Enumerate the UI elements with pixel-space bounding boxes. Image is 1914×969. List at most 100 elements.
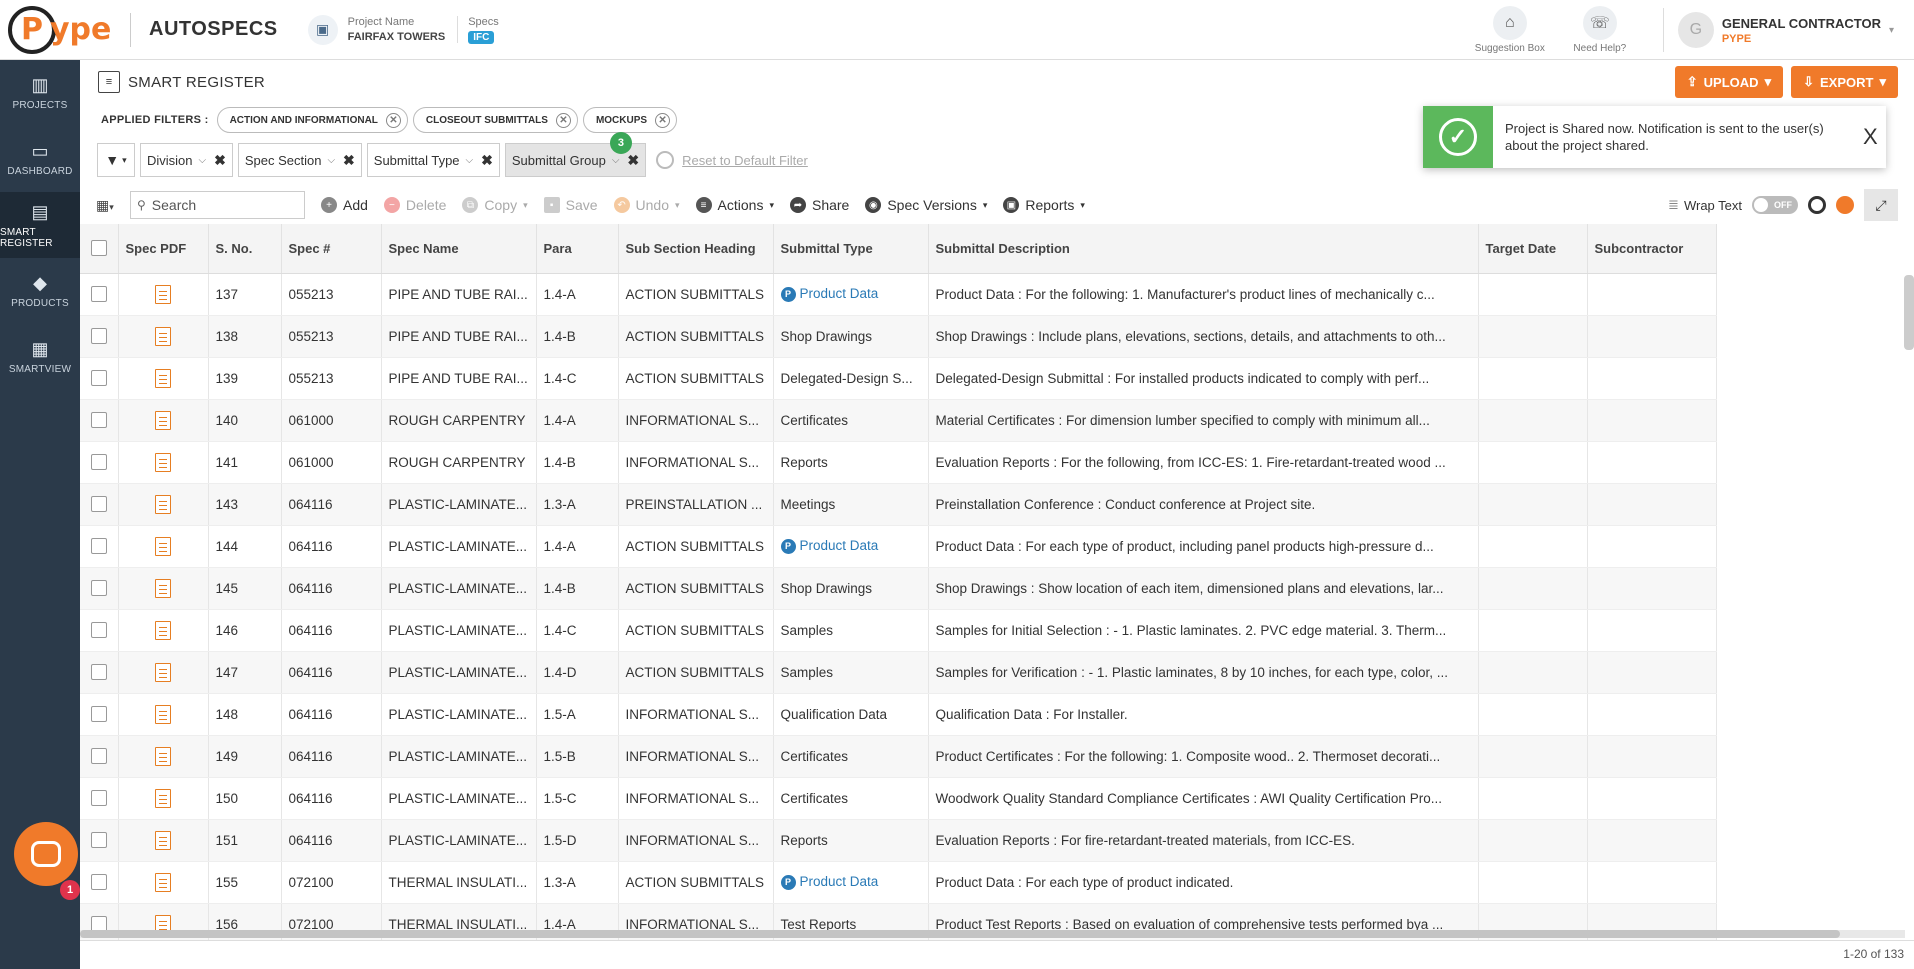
spec-versions-menu[interactable]: ◉ Spec Versions ▾	[865, 197, 987, 213]
subcontractor-cell[interactable]	[1587, 483, 1717, 526]
copy-button[interactable]: ⧉ Copy ▾	[462, 197, 528, 213]
suggestion-box-button[interactable]: ⌂ Suggestion Box	[1465, 6, 1555, 54]
spec-pdf-cell[interactable]	[118, 441, 209, 484]
toast-close-button[interactable]: X	[1863, 124, 1878, 150]
export-button[interactable]: ⇩ EXPORT ▾	[1791, 66, 1898, 98]
table-row[interactable]: 146 064116 PLASTIC-LAMINATE... 1.4-C ACTION …	[80, 609, 1717, 652]
row-select-cell[interactable]	[80, 483, 119, 526]
subcontractor-cell[interactable]	[1587, 735, 1717, 778]
chat-launcher-button[interactable]	[14, 822, 78, 886]
target-date-cell[interactable]	[1478, 651, 1588, 694]
subcontractor-cell[interactable]	[1587, 651, 1717, 694]
table-row[interactable]: 148 064116 PLASTIC-LAMINATE... 1.5-A INFORMA…	[80, 693, 1717, 736]
division-filter[interactable]: Division ⌵ ✖	[140, 143, 233, 177]
specs-selector[interactable]: Specs IFC	[468, 16, 499, 44]
table-row[interactable]: 155 072100 THERMAL INSULATI... 1.3-A ACTION …	[80, 861, 1717, 904]
clear-filter-icon[interactable]: ✖	[343, 152, 355, 169]
select-all-checkbox[interactable]	[90, 240, 107, 257]
submittal-type-link[interactable]: Product Data	[800, 538, 879, 553]
spec-pdf-cell[interactable]	[118, 273, 209, 316]
share-button[interactable]: ➦ Share	[789, 197, 849, 213]
pdf-icon[interactable]	[155, 830, 171, 850]
horizontal-scrollbar[interactable]	[80, 930, 1905, 938]
delete-button[interactable]: − Delete	[383, 197, 446, 213]
submittal-type-cell[interactable]: P Product Data	[773, 525, 929, 568]
need-help-button[interactable]: ☏ Need Help?	[1555, 6, 1645, 54]
row-checkbox[interactable]	[90, 370, 107, 386]
row-select-cell[interactable]	[80, 735, 119, 778]
column-header[interactable]: Subcontractor	[1587, 224, 1717, 274]
undo-button[interactable]: ↶ Undo ▾	[613, 197, 680, 213]
target-date-cell[interactable]	[1478, 525, 1588, 568]
spec-pdf-cell[interactable]	[118, 693, 209, 736]
filter-menu-button[interactable]: ▼ ▾	[97, 143, 135, 177]
notification-icon[interactable]	[1836, 196, 1854, 214]
submittal-group-filter[interactable]: Submittal Group ⌵ ✖ 3	[504, 132, 647, 177]
row-checkbox[interactable]	[90, 454, 107, 470]
sidebar-item-smart-register[interactable]: ▤ SMART REGISTER	[0, 192, 80, 258]
row-checkbox[interactable]	[90, 748, 107, 764]
search-input[interactable]: ⚲ Search	[130, 191, 305, 219]
spec-pdf-cell[interactable]	[118, 567, 209, 610]
target-date-cell[interactable]	[1478, 861, 1588, 904]
spec-pdf-cell[interactable]	[118, 483, 209, 526]
target-date-cell[interactable]	[1478, 273, 1588, 316]
remove-chip-icon[interactable]: ✕	[555, 112, 571, 128]
spec-pdf-cell[interactable]	[118, 777, 209, 820]
spec-pdf-cell[interactable]	[118, 819, 209, 862]
pdf-icon[interactable]	[155, 326, 171, 346]
subcontractor-cell[interactable]	[1587, 357, 1717, 400]
spec-pdf-cell[interactable]	[118, 399, 209, 442]
row-select-cell[interactable]	[80, 315, 119, 358]
target-date-cell[interactable]	[1478, 819, 1588, 862]
column-header[interactable]: Submittal Type	[773, 224, 929, 274]
submittal-type-filter[interactable]: Submittal Type ⌵ ✖	[366, 143, 500, 177]
subcontractor-cell[interactable]	[1587, 693, 1717, 736]
pdf-icon[interactable]	[155, 494, 171, 514]
target-date-cell[interactable]	[1478, 609, 1588, 652]
spec-pdf-cell[interactable]	[118, 735, 209, 778]
subcontractor-cell[interactable]	[1587, 441, 1717, 484]
table-row[interactable]: 149 064116 PLASTIC-LAMINATE... 1.5-B INFORMA…	[80, 735, 1717, 778]
row-select-cell[interactable]	[80, 357, 119, 400]
sidebar-item-projects[interactable]: ▥ PROJECTS	[0, 60, 80, 126]
select-all-header[interactable]	[80, 224, 119, 274]
gear-icon[interactable]	[1808, 196, 1826, 214]
subcontractor-cell[interactable]	[1587, 567, 1717, 610]
reset-filter-link[interactable]: Reset to Default Filter	[656, 151, 808, 169]
pdf-icon[interactable]	[155, 368, 171, 388]
row-select-cell[interactable]	[80, 273, 119, 316]
pdf-icon[interactable]	[155, 410, 171, 430]
spec-pdf-cell[interactable]	[118, 651, 209, 694]
subcontractor-cell[interactable]	[1587, 861, 1717, 904]
target-date-cell[interactable]	[1478, 315, 1588, 358]
subcontractor-cell[interactable]	[1587, 609, 1717, 652]
column-header[interactable]: Target Date	[1478, 224, 1588, 274]
table-row[interactable]: 139 055213 PIPE AND TUBE RAI... 1.4-C ACTION…	[80, 357, 1717, 400]
row-select-cell[interactable]	[80, 693, 119, 736]
column-chooser-button[interactable]: ▦▾	[96, 197, 130, 214]
pdf-icon[interactable]	[155, 872, 171, 892]
column-header[interactable]: Spec #	[281, 224, 382, 274]
sidebar-item-products[interactable]: ◆ PRODUCTS	[0, 258, 80, 324]
target-date-cell[interactable]	[1478, 357, 1588, 400]
spec-pdf-cell[interactable]	[118, 315, 209, 358]
row-checkbox[interactable]	[90, 664, 107, 680]
target-date-cell[interactable]	[1478, 735, 1588, 778]
row-select-cell[interactable]	[80, 609, 119, 652]
table-row[interactable]: 147 064116 PLASTIC-LAMINATE... 1.4-D ACTION …	[80, 651, 1717, 694]
spec-pdf-cell[interactable]	[118, 861, 209, 904]
column-header[interactable]: Spec Name	[381, 224, 537, 274]
row-checkbox[interactable]	[90, 328, 107, 344]
subcontractor-cell[interactable]	[1587, 819, 1717, 862]
row-select-cell[interactable]	[80, 861, 119, 904]
row-select-cell[interactable]	[80, 819, 119, 862]
target-date-cell[interactable]	[1478, 693, 1588, 736]
fullscreen-button[interactable]: ⤢	[1864, 189, 1898, 221]
upload-button[interactable]: ⇪ UPLOAD ▾	[1674, 66, 1784, 98]
subcontractor-cell[interactable]	[1587, 525, 1717, 568]
pdf-icon[interactable]	[155, 284, 171, 304]
pdf-icon[interactable]	[155, 452, 171, 472]
add-button[interactable]: + Add	[321, 197, 368, 213]
column-header[interactable]: Spec PDF	[118, 224, 209, 274]
